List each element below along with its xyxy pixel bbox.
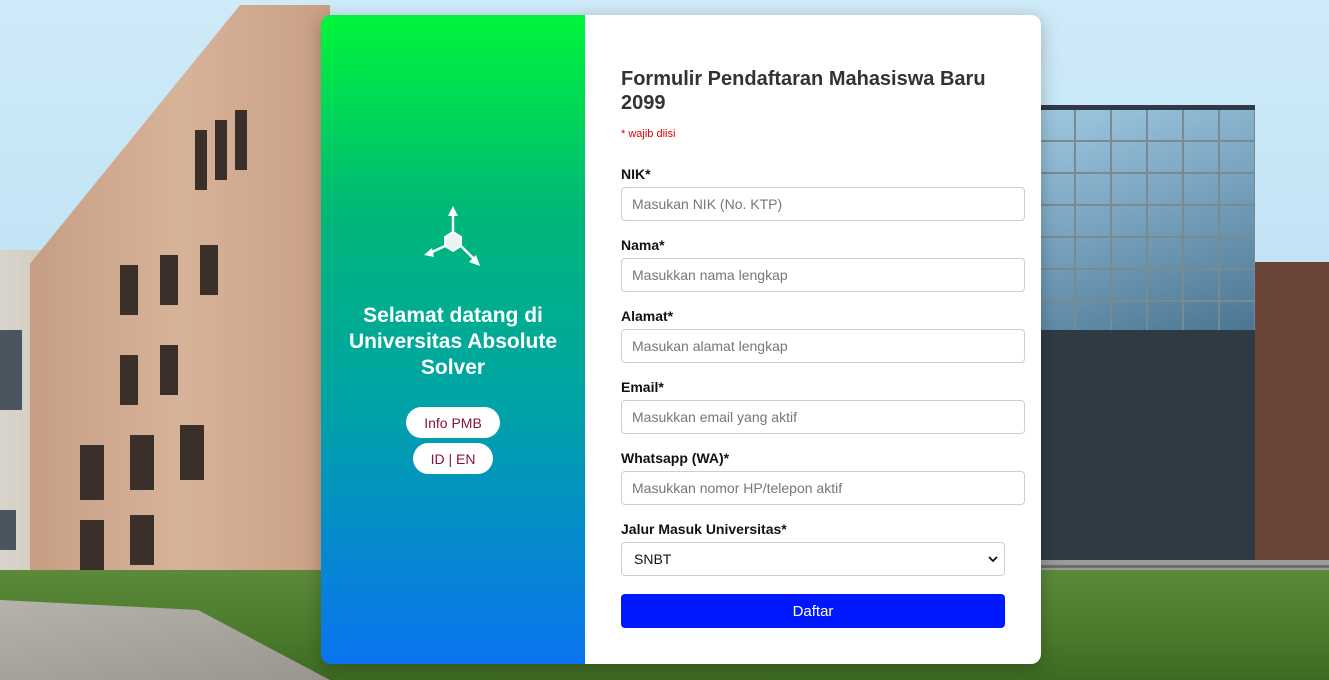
form-title: Formulir Pendaftaran Mahasiswa Baru 2099: [621, 68, 986, 114]
required-note: * wajib diisi: [621, 128, 676, 140]
alamat-group: Alamat*: [621, 308, 1025, 363]
whatsapp-input[interactable]: [621, 471, 1025, 505]
nik-label: NIK*: [621, 166, 651, 182]
jalur-masuk-value: SNBT: [634, 551, 672, 567]
email-label: Email*: [621, 379, 664, 395]
jalur-masuk-label: Jalur Masuk Universitas*: [621, 521, 787, 537]
whatsapp-label: Whatsapp (WA)*: [621, 450, 730, 466]
language-toggle-button[interactable]: ID | EN: [412, 443, 494, 474]
nama-group: Nama*: [621, 237, 1025, 292]
alamat-label: Alamat*: [621, 308, 674, 324]
alamat-input[interactable]: [621, 329, 1025, 363]
welcome-panel: Selamat datang di Universitas Absolute S…: [321, 15, 585, 664]
form-panel: Formulir Pendaftaran Mahasiswa Baru 2099…: [585, 15, 1041, 664]
welcome-heading: Selamat datang di Universitas Absolute S…: [348, 304, 558, 379]
molecule-logo-icon: [424, 206, 480, 266]
daftar-button[interactable]: Daftar: [621, 594, 1005, 628]
registration-card: Selamat datang di Universitas Absolute S…: [321, 15, 1041, 664]
background-right-building: [1255, 262, 1329, 582]
jalur-masuk-group: Jalur Masuk Universitas* SNBT: [621, 521, 1025, 576]
nik-input[interactable]: [621, 187, 1025, 221]
chevron-down-icon: [988, 556, 998, 563]
info-pmb-button[interactable]: Info PMB: [406, 407, 500, 438]
jalur-masuk-select[interactable]: SNBT: [621, 542, 1005, 576]
email-group: Email*: [621, 379, 1025, 434]
email-input[interactable]: [621, 400, 1025, 434]
whatsapp-group: Whatsapp (WA)*: [621, 450, 1025, 505]
nama-input[interactable]: [621, 258, 1025, 292]
background-glass-facade: [1040, 110, 1255, 330]
nik-group: NIK*: [621, 166, 1025, 221]
nama-label: Nama*: [621, 237, 665, 253]
